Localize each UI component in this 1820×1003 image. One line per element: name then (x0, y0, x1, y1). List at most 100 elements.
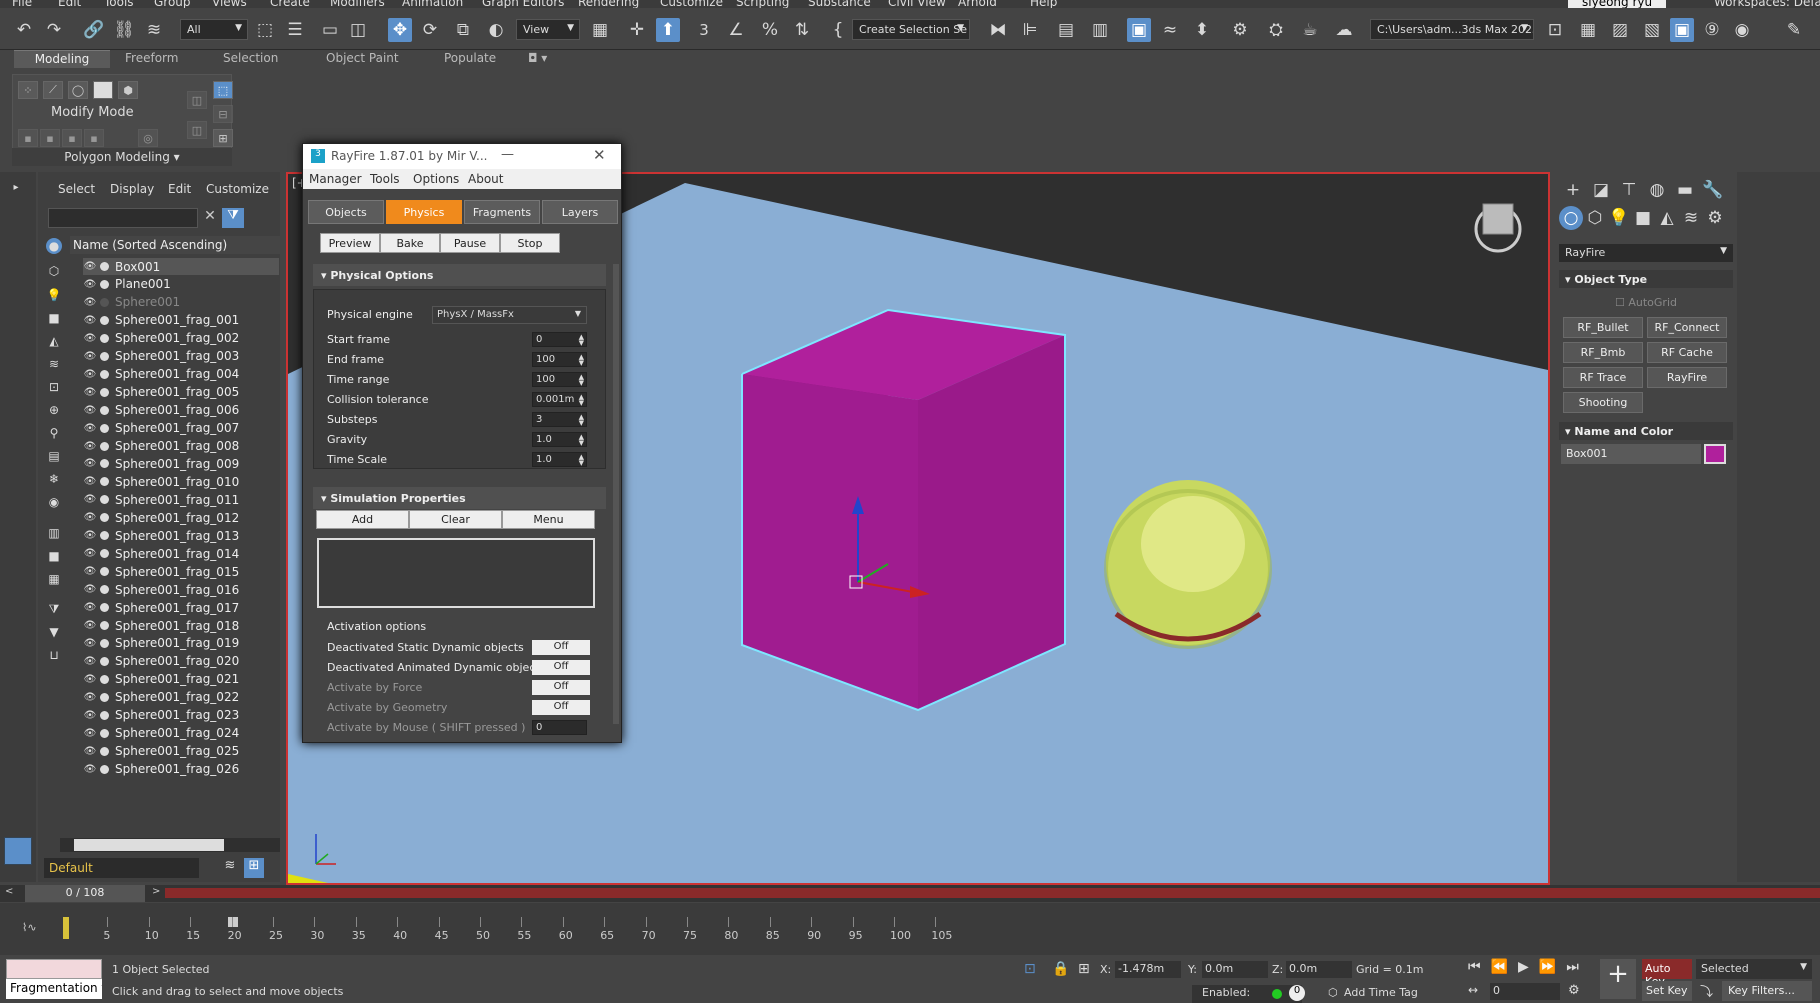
asset-tracking-icon[interactable]: ▧ (1640, 18, 1664, 42)
vertex-mode-icon[interactable]: ⁘ (18, 81, 38, 99)
collapse-icon[interactable]: ▸ (6, 178, 26, 196)
rf-menu-manager[interactable]: Manager (309, 172, 362, 186)
rf-bmb-button[interactable]: RF_Bmb (1563, 342, 1643, 363)
render-toggle-icon[interactable] (100, 297, 109, 307)
render-toggle-icon[interactable] (100, 333, 109, 343)
visibility-eye-icon[interactable]: 👁 (83, 333, 97, 344)
visibility-eye-icon[interactable]: 👁 (83, 494, 97, 505)
display-groups-icon[interactable]: ⊡ (44, 378, 64, 396)
render-toggle-icon[interactable] (100, 495, 109, 505)
render-toggle-icon[interactable] (100, 728, 109, 738)
scene-menu-select[interactable]: Select (58, 182, 95, 196)
scene-row[interactable]: 👁 Sphere001_frag_005 (83, 384, 279, 401)
rf-trace-button[interactable]: RF Trace (1563, 367, 1643, 388)
display-geometry-icon[interactable]: ● (46, 238, 62, 254)
visibility-eye-icon[interactable]: 👁 (83, 423, 97, 434)
select-manipulate-icon[interactable]: ✛ (625, 18, 649, 42)
add-button[interactable]: Add (316, 510, 409, 529)
named-selection-icon[interactable]: { (826, 18, 850, 42)
display-tab-icon[interactable]: ▬ (1673, 178, 1697, 202)
scene-row[interactable]: 👁 Sphere001_frag_012 (83, 509, 279, 526)
spinner-arrows-icon[interactable]: ▲ ▼ (579, 354, 584, 367)
ribbon-tool-1-icon[interactable]: ▪ (18, 129, 38, 147)
tab-selection[interactable]: Selection (211, 50, 290, 68)
scene-row[interactable]: 👁 Sphere001_frag_019 (83, 635, 279, 652)
select-by-name-icon[interactable]: ☰ (283, 18, 307, 42)
scene-row[interactable]: 👁 Sphere001_frag_017 (83, 599, 279, 616)
activation-toggle[interactable]: Off (532, 640, 590, 655)
material-editor-icon[interactable]: ⬍ (1190, 18, 1214, 42)
visibility-eye-icon[interactable]: 👁 (83, 458, 97, 469)
scene-row[interactable]: 👁 Sphere001_frag_010 (83, 473, 279, 490)
rayfire-scrollbar[interactable] (613, 264, 619, 724)
render-toggle-icon[interactable] (100, 441, 109, 451)
spinner-arrows-icon[interactable]: ▲ ▼ (579, 414, 584, 427)
simulation-properties-header[interactable]: ▾ Simulation Properties (313, 487, 606, 509)
set-key-big-icon[interactable]: + (1600, 959, 1636, 999)
scene-menu-customize[interactable]: Customize (206, 182, 269, 196)
display-cameras-icon[interactable]: ■ (44, 309, 64, 327)
minimize-icon[interactable]: — (501, 147, 514, 162)
menu-views[interactable]: Views (212, 0, 247, 8)
window-crossing-icon[interactable]: ◫ (346, 18, 370, 42)
scale-icon[interactable]: ⧉ (451, 18, 475, 42)
visibility-eye-icon[interactable]: 👁 (83, 746, 97, 757)
scene-row[interactable]: 👁 Sphere001_frag_001 (83, 312, 279, 329)
rotate-icon[interactable]: ⟳ (418, 18, 442, 42)
geometry-category-icon[interactable]: ○ (1559, 206, 1583, 230)
scene-row[interactable]: 👁 Sphere001_frag_013 (83, 527, 279, 544)
z-coordinate-field[interactable]: 0.0m (1286, 961, 1352, 978)
pivot-center-icon[interactable]: ▦ (588, 18, 612, 42)
render-toggle-icon[interactable] (100, 549, 109, 559)
scene-row[interactable]: 👁 Sphere001_frag_003 (83, 348, 279, 365)
visibility-eye-icon[interactable]: 👁 (83, 530, 97, 541)
render-toggle-icon[interactable] (100, 656, 109, 666)
spinner-snap-icon[interactable]: ⇅ (790, 18, 814, 42)
reference-coordinate-dropdown[interactable]: View ▼ (516, 19, 580, 40)
render-toggle-icon[interactable] (100, 621, 109, 630)
visibility-eye-icon[interactable]: 👁 (83, 369, 97, 380)
bake-button[interactable]: Bake (380, 233, 440, 253)
menu-scripting[interactable]: Scripting (736, 0, 789, 8)
menu-file[interactable]: File (12, 0, 32, 8)
polygon-modeling-dropdown[interactable]: Polygon Modeling ▾ (12, 148, 232, 166)
render-toggle-icon[interactable] (100, 710, 109, 720)
ribbon-tool-5-icon[interactable]: ◎ (138, 129, 158, 147)
link-icon[interactable]: 🔗 (82, 18, 106, 42)
display-hidden-icon[interactable]: ◉ (44, 493, 64, 511)
project-folder-dropdown[interactable]: C:\Users\adm...3ds Max 2023 ▼ (1370, 19, 1534, 40)
param-spinner[interactable]: 100 ▲ ▼ (532, 352, 587, 367)
clear-button[interactable]: Clear (409, 510, 502, 529)
activation-toggle[interactable]: Off (532, 660, 590, 675)
activation-toggle[interactable]: Off (532, 680, 590, 695)
physical-options-header[interactable]: ▾ Physical Options (313, 264, 606, 286)
layers-icon[interactable]: ≋ (220, 858, 240, 878)
select-object-icon[interactable]: ⬚ (253, 18, 277, 42)
render-toggle-icon[interactable] (100, 351, 109, 361)
cameras-category-icon[interactable]: ■ (1631, 206, 1655, 230)
container-icon[interactable]: ⊔ (44, 646, 64, 664)
rendered-frame-window-icon[interactable]: ⛭ (1264, 18, 1288, 42)
key-set-dropdown[interactable]: Selected ▼ (1696, 959, 1812, 979)
modify-tab-icon[interactable]: ◪ (1589, 178, 1613, 202)
x-coordinate-field[interactable]: -1.478m (1115, 961, 1181, 978)
visibility-eye-icon[interactable]: 👁 (83, 602, 97, 613)
activation-spinner[interactable]: 0 (532, 720, 587, 735)
enabled-count[interactable]: 0 (1289, 985, 1305, 1001)
rf-menu-about[interactable]: About (468, 172, 503, 186)
menu-rendering[interactable]: Rendering (578, 0, 639, 8)
category-dropdown[interactable]: RayFire ▼ (1559, 244, 1733, 262)
sync-icon[interactable]: ▣ (1670, 18, 1694, 42)
rayfire-titlebar[interactable]: 3 RayFire 1.87.01 by Mir V... — ✕ (303, 144, 621, 169)
render-toggle-icon[interactable] (100, 531, 109, 541)
visibility-eye-icon[interactable]: 👁 (83, 638, 97, 649)
menu-tools[interactable]: Tools (104, 0, 134, 8)
rf-cache-button[interactable]: RF Cache (1647, 342, 1727, 363)
display-frozen-icon[interactable]: ❄ (44, 470, 64, 488)
visibility-eye-icon[interactable]: 👁 (83, 710, 97, 721)
user-account[interactable]: siyeong ryu (1568, 0, 1667, 8)
name-color-rollout[interactable]: ▾ Name and Color (1559, 422, 1733, 440)
absolute-mode-icon[interactable]: ⊞ (1078, 961, 1090, 977)
display-invert-icon[interactable]: ▦ (44, 570, 64, 588)
visibility-eye-icon[interactable]: 👁 (83, 620, 97, 631)
